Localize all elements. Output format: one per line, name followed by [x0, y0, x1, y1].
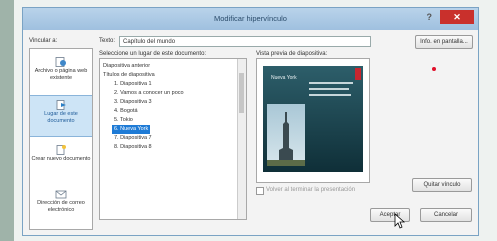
tree-item-slide[interactable]: 3. Diapositiva 3 — [114, 98, 152, 107]
help-button[interactable]: ? — [427, 12, 433, 22]
screentip-button[interactable]: Info. en pantalla... — [415, 35, 473, 49]
link-existing-file-item[interactable]: Archivo o página web existente — [30, 53, 92, 93]
close-button[interactable]: ✕ — [440, 10, 474, 24]
slide-thumbnail: Nueva York — [263, 66, 363, 172]
red-marker — [432, 67, 436, 71]
link-existing-file-label: Archivo o página web existente — [34, 68, 88, 81]
tree-item-slide-selected[interactable]: 6. Nueva York — [112, 125, 151, 134]
tree-scrollbar[interactable] — [237, 59, 246, 219]
link-new-document-label: Crear nuevo documento — [31, 156, 91, 162]
show-and-return-label: Volver al terminar la presentación — [266, 187, 356, 193]
text-label: Texto: — [99, 38, 116, 44]
link-to-label: Vincular a: — [29, 38, 58, 44]
statue-of-liberty-photo — [267, 104, 305, 166]
email-icon — [55, 190, 67, 199]
tree-item-slide[interactable]: 5. Tokio — [114, 116, 133, 125]
tree-item-slide[interactable]: 8. Diapositiva 8 — [114, 143, 152, 152]
link-new-document-item[interactable]: Crear nuevo documento — [30, 141, 92, 181]
tree-item-slide[interactable]: 7. Diapositiva 7 — [114, 134, 152, 143]
scrollbar-thumb[interactable] — [239, 73, 244, 113]
show-and-return-checkbox[interactable] — [256, 187, 264, 195]
left-background-strip — [0, 0, 14, 241]
remove-link-button[interactable]: Quitar vínculo — [412, 178, 472, 192]
link-to-panel: Archivo o página web existente Lugar de … — [29, 48, 93, 230]
globe-page-icon — [55, 57, 66, 67]
mouse-cursor-icon — [394, 213, 406, 229]
slide-accent-shape — [355, 68, 361, 80]
slide-text-line — [309, 82, 353, 84]
slide-preview-label: Vista previa de diapositiva: — [256, 51, 328, 57]
select-place-label: Seleccione un lugar de este documento: — [99, 51, 207, 57]
slide-text-line — [309, 94, 351, 96]
title-bar: Modificar hipervínculo ? ✕ — [23, 8, 478, 30]
slide-preview-pane: Nueva York — [256, 58, 370, 183]
slide-thumbnail-title: Nueva York — [271, 75, 297, 81]
statue-silhouette-icon — [267, 112, 305, 166]
document-place-icon — [56, 100, 66, 110]
cancel-button[interactable]: Cancelar — [420, 208, 472, 222]
dialog-title: Modificar hipervínculo — [214, 14, 287, 23]
link-email-address-label: Dirección de correo electrónico — [37, 200, 85, 213]
new-document-icon — [56, 145, 66, 155]
slide-text-line — [309, 88, 349, 90]
link-place-in-document-item[interactable]: Lugar de este documento — [30, 95, 92, 137]
document-places-tree: Diapositiva anterior Títulos de diaposit… — [99, 58, 247, 220]
tree-item-slide[interactable]: 4. Bogotá — [114, 107, 138, 116]
tree-item-slide[interactable]: 1. Diapositiva 1 — [114, 80, 152, 89]
edit-hyperlink-dialog: Modificar hipervínculo ? ✕ Vincular a: T… — [22, 7, 479, 236]
link-email-address-item[interactable]: Dirección de correo electrónico — [30, 185, 92, 225]
link-place-in-document-label: Lugar de este documento — [44, 111, 78, 124]
tree-item-slide-titles[interactable]: Títulos de diapositiva — [103, 71, 155, 80]
text-to-display-input[interactable]: Capítulo del mundo — [119, 36, 371, 47]
tree-item-previous-slide[interactable]: Diapositiva anterior — [103, 62, 150, 71]
tree-item-slide[interactable]: 2. Vamos a conocer un poco — [114, 89, 184, 98]
